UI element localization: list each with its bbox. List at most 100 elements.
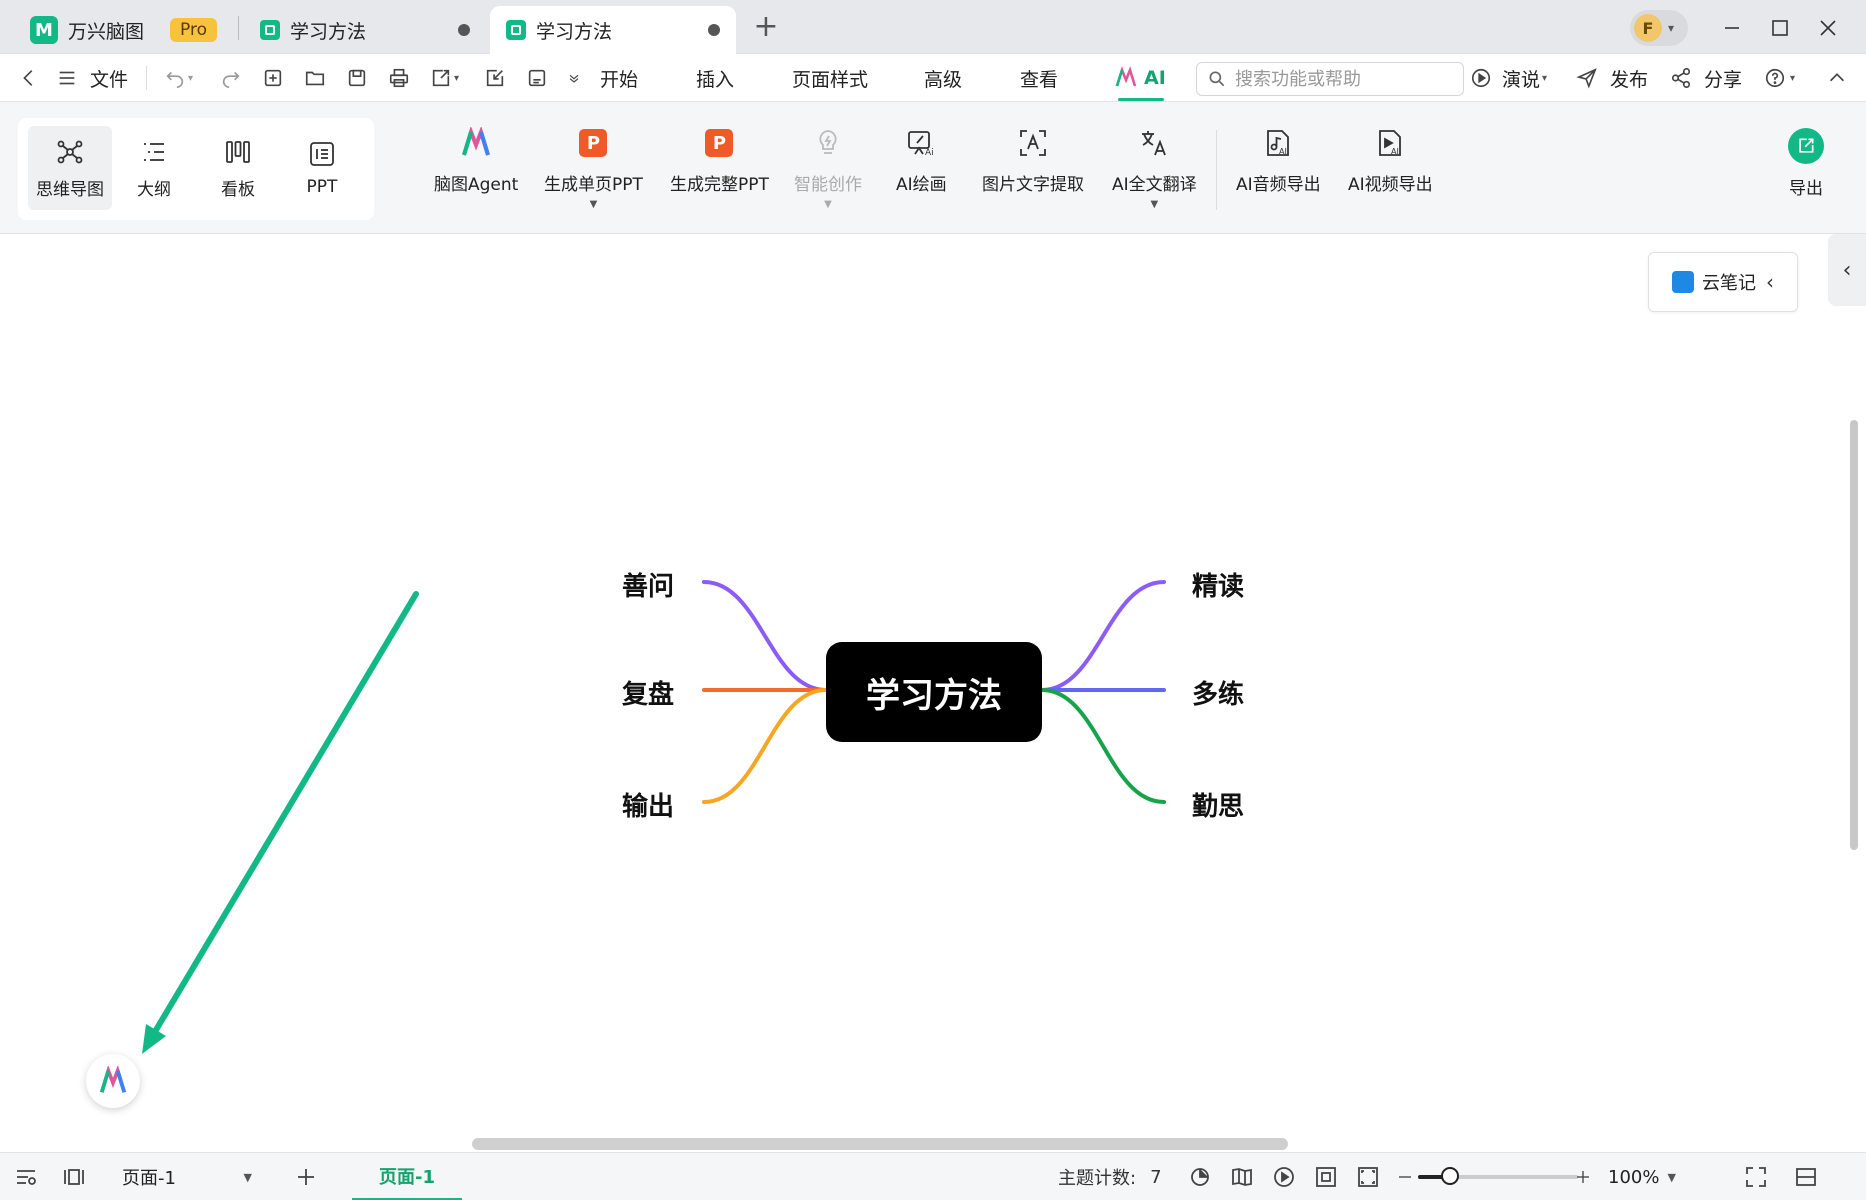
zoom-slider[interactable] bbox=[1418, 1167, 1578, 1185]
document-tab[interactable]: 学习方法 bbox=[244, 6, 486, 54]
book-view-button[interactable] bbox=[1230, 1153, 1254, 1200]
save-as-button[interactable] bbox=[526, 54, 548, 102]
redo-button[interactable] bbox=[220, 54, 242, 102]
vertical-scrollbar[interactable] bbox=[1850, 420, 1858, 850]
generate-full-ppt-button[interactable]: P 生成完整PPT bbox=[670, 126, 769, 216]
central-topic[interactable]: 学习方法 bbox=[826, 642, 1042, 742]
chevron-left-icon bbox=[23, 70, 33, 86]
outline-view-button[interactable]: 大纲 bbox=[112, 126, 196, 210]
ai-audio-export-button[interactable]: AI AI音频导出 bbox=[1236, 126, 1321, 216]
theme-button[interactable] bbox=[1188, 1153, 1212, 1200]
add-page-button[interactable] bbox=[294, 1153, 318, 1200]
menu-advanced[interactable]: 高级 bbox=[924, 54, 962, 102]
book-icon bbox=[1232, 1168, 1252, 1186]
menu-view[interactable]: 查看 bbox=[1020, 54, 1058, 102]
share-label: 分享 bbox=[1704, 68, 1743, 91]
cloud-note-button[interactable]: 云笔记 ‹ bbox=[1648, 252, 1798, 312]
new-tab-button[interactable]: + bbox=[750, 12, 782, 44]
fit-page-button[interactable] bbox=[1314, 1153, 1338, 1200]
topic-fupan[interactable]: 复盘 bbox=[622, 674, 674, 711]
pie-icon bbox=[1191, 1168, 1209, 1186]
chevron-down-icon[interactable]: ▼ bbox=[590, 199, 598, 210]
ppt-view-label: PPT bbox=[306, 177, 338, 197]
export-menu-button[interactable]: ▾ bbox=[430, 54, 459, 102]
minimize-button[interactable] bbox=[1714, 10, 1750, 46]
topic-qinsi[interactable]: 勤思 bbox=[1192, 786, 1244, 823]
kanban-view-button[interactable]: 看板 bbox=[196, 126, 280, 210]
home-tab[interactable]: M 万兴脑图 Pro bbox=[14, 6, 234, 54]
menu-ai[interactable]: AI bbox=[1114, 54, 1166, 102]
plus-icon bbox=[1577, 1171, 1589, 1183]
menu-start[interactable]: 开始 bbox=[600, 54, 638, 102]
publish-button[interactable]: 发布 bbox=[1576, 54, 1648, 102]
mindmap-file-icon bbox=[260, 20, 280, 40]
undo-icon bbox=[166, 71, 184, 88]
document-tab-label: 学习方法 bbox=[290, 20, 367, 43]
ai-assistant-button[interactable] bbox=[86, 1054, 140, 1108]
zoom-in-button[interactable] bbox=[1574, 1153, 1592, 1200]
page-tab-active[interactable]: 页面-1 bbox=[352, 1153, 462, 1200]
collapse-ribbon-button[interactable] bbox=[1826, 54, 1848, 102]
unsaved-dot-icon[interactable] bbox=[708, 24, 720, 36]
mindmap-agent-button[interactable]: 脑图Agent bbox=[434, 126, 518, 216]
smart-creation-button[interactable]: 智能创作 ▼ bbox=[794, 126, 862, 216]
minimize-icon bbox=[1725, 27, 1739, 29]
zoom-level-select[interactable]: 100% ▼ bbox=[1608, 1153, 1676, 1200]
ai-painting-label: AI绘画 bbox=[896, 175, 947, 195]
page-list-button[interactable] bbox=[14, 1153, 38, 1200]
back-button[interactable] bbox=[18, 54, 40, 102]
menu-page-style[interactable]: 页面样式 bbox=[792, 54, 868, 102]
ai-video-export-button[interactable]: AI AI视频导出 bbox=[1348, 126, 1433, 216]
save-button[interactable] bbox=[346, 54, 368, 102]
topic-shuchu[interactable]: 输出 bbox=[622, 786, 674, 823]
horizontal-scrollbar[interactable] bbox=[472, 1138, 1288, 1150]
ai-painting-button[interactable]: Ai AI绘画 bbox=[896, 126, 947, 216]
print-button[interactable] bbox=[388, 54, 410, 102]
page-select[interactable]: 页面-1 ▼ bbox=[110, 1153, 260, 1200]
topic-shanwen[interactable]: 善问 bbox=[622, 566, 674, 603]
fullscreen-button[interactable] bbox=[1744, 1153, 1768, 1200]
more-tools-button[interactable] bbox=[566, 54, 582, 102]
menu-view-label: 查看 bbox=[1020, 68, 1059, 91]
chevron-down-icon[interactable]: ▼ bbox=[1150, 199, 1158, 210]
side-panel-toggle[interactable]: ‹ bbox=[1828, 234, 1866, 306]
slideshow-button[interactable] bbox=[1272, 1153, 1296, 1200]
open-folder-button[interactable] bbox=[304, 54, 326, 102]
user-avatar[interactable]: F ▾ bbox=[1630, 10, 1688, 46]
mindmap-view-button[interactable]: 思维导图 bbox=[28, 126, 112, 210]
chevron-down-icon[interactable]: ▼ bbox=[824, 199, 832, 210]
unsaved-dot-icon[interactable] bbox=[458, 24, 470, 36]
menu-insert[interactable]: 插入 bbox=[696, 54, 734, 102]
import-button[interactable] bbox=[484, 54, 506, 102]
zoom-slider-thumb[interactable] bbox=[1441, 1167, 1459, 1185]
zoom-out-button[interactable] bbox=[1396, 1153, 1414, 1200]
image-text-extract-button[interactable]: 图片文字提取 bbox=[982, 126, 1084, 216]
new-file-button[interactable] bbox=[262, 54, 284, 102]
split-view-button[interactable] bbox=[1794, 1153, 1818, 1200]
ppt-view-button[interactable]: PPT bbox=[280, 126, 364, 210]
page-select-value: 页面-1 bbox=[122, 1168, 176, 1189]
fit-screen-button[interactable] bbox=[1356, 1153, 1380, 1200]
page-list-icon bbox=[17, 1170, 36, 1185]
undo-button[interactable]: ▾ bbox=[164, 54, 193, 102]
cloud-note-icon bbox=[1672, 271, 1694, 293]
fullscreen-icon bbox=[1746, 1167, 1766, 1187]
present-button[interactable]: 演说 ▾ bbox=[1470, 54, 1547, 102]
share-icon bbox=[1671, 68, 1691, 88]
topic-duolian[interactable]: 多练 bbox=[1192, 674, 1244, 711]
close-window-button[interactable] bbox=[1810, 10, 1846, 46]
document-tab-active[interactable]: 学习方法 bbox=[490, 6, 736, 54]
search-box[interactable] bbox=[1196, 62, 1464, 96]
ai-translate-button[interactable]: AI全文翻译 ▼ bbox=[1112, 126, 1197, 216]
help-button[interactable]: ▾ bbox=[1764, 54, 1795, 102]
page-panel-button[interactable] bbox=[62, 1153, 86, 1200]
topic-jingdu[interactable]: 精读 bbox=[1192, 566, 1244, 603]
mindmap-canvas[interactable]: 学习方法 善问 复盘 输出 精读 多练 勤思 云笔记 ‹ ‹ bbox=[0, 234, 1866, 1152]
generate-single-ppt-button[interactable]: P 生成单页PPT ▼ bbox=[544, 126, 643, 216]
share-button[interactable]: 分享 bbox=[1670, 54, 1742, 102]
file-menu[interactable]: 文件 bbox=[56, 54, 128, 102]
chevron-up-icon bbox=[1829, 73, 1845, 82]
search-input[interactable] bbox=[1235, 68, 1455, 90]
maximize-button[interactable] bbox=[1762, 10, 1798, 46]
export-button[interactable]: 导出 bbox=[1786, 128, 1826, 199]
